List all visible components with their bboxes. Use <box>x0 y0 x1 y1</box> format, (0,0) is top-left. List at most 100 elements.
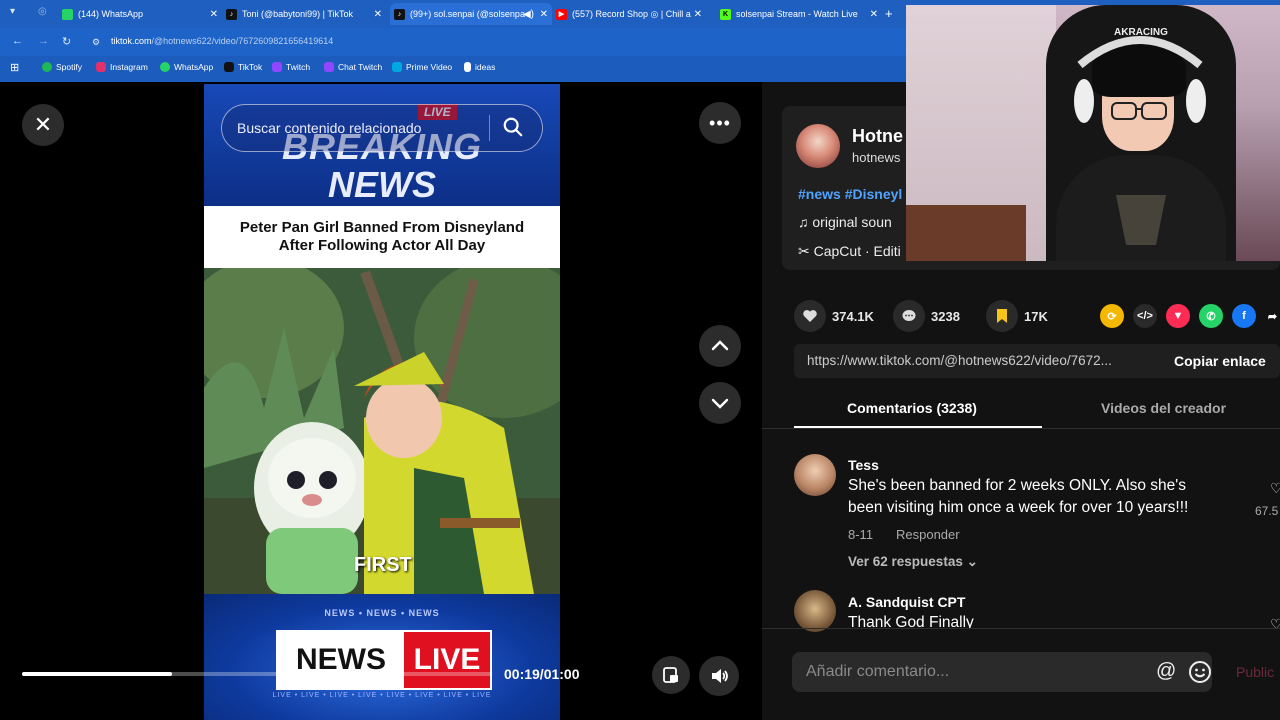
tab-kick[interactable]: K solsenpai Stream - Watch Live ✕ <box>720 3 882 25</box>
author-name[interactable]: Hotne <box>852 126 903 147</box>
news-live-logo: NEWS LIVE <box>276 630 492 690</box>
author-handle[interactable]: hotnews <box>852 150 900 165</box>
capcut-link[interactable]: ✂ CapCut · Editi <box>798 243 901 260</box>
share-arrow-icon[interactable]: ➦ <box>1265 304 1280 328</box>
comment-stat[interactable]: 3238 <box>893 300 960 332</box>
sound-link[interactable]: ♫ original soun <box>798 214 892 230</box>
audio-playing-icon[interactable]: ◀) <box>523 9 534 20</box>
whatsapp-icon <box>62 8 73 20</box>
view-replies-button[interactable]: Ver 62 respuestas ⌄ <box>848 554 978 570</box>
tab-tiktok-solsenpai[interactable]: ♪ (99+) sol.senpai (@solsenpa ◀) ✕ <box>390 3 552 25</box>
comment-like-count: 67.5 <box>1255 504 1279 518</box>
url-host: tiktok.com <box>111 36 152 46</box>
comment-avatar[interactable] <box>794 454 836 496</box>
video-progress-bar[interactable] <box>22 672 492 676</box>
url-field[interactable]: tiktok.com/@hotnews622/video/76726098216… <box>111 36 333 46</box>
comment-text-line: She's been banned for 2 weeks ONLY. Also… <box>848 477 1186 494</box>
new-tab-plus-icon[interactable]: + <box>885 6 893 21</box>
share-link-box: https://www.tiktok.com/@hotnews622/video… <box>794 344 1280 378</box>
save-count: 17K <box>1024 308 1048 324</box>
active-tab-underline <box>794 426 1042 428</box>
next-video-button[interactable] <box>699 382 741 424</box>
tab-placeholder-icon[interactable]: ◎ <box>38 6 47 17</box>
volume-button[interactable] <box>699 656 739 696</box>
tab-close-icon[interactable]: ✕ <box>374 9 382 20</box>
news-live-word: NEWS <box>278 632 404 688</box>
bookmark-tiktok[interactable]: TikTok <box>224 62 262 72</box>
tab-comments[interactable]: Comentarios (3238) <box>847 400 977 416</box>
search-icon[interactable] <box>502 116 524 143</box>
tab-list-chevron-icon[interactable]: ▾ <box>10 6 15 17</box>
tab-close-icon[interactable]: ✕ <box>870 9 878 20</box>
tab-close-icon[interactable]: ✕ <box>694 9 702 20</box>
video-caption: FIRST <box>354 554 412 576</box>
comment-author[interactable]: A. Sandquist CPT <box>848 594 965 610</box>
tiktok-icon: ♪ <box>226 8 237 20</box>
bookmark-label: Chat Twitch <box>338 62 383 72</box>
bookmark-spotify[interactable]: Spotify <box>42 62 82 72</box>
tab-close-icon[interactable]: ✕ <box>210 9 218 20</box>
save-stat[interactable]: 17K <box>986 300 1048 332</box>
facebook-share-icon[interactable]: f <box>1232 304 1256 328</box>
tab-creator-videos[interactable]: Videos del creador <box>1101 400 1226 416</box>
mention-icon[interactable]: @ <box>1156 660 1176 683</box>
news-live-banner: NEWS • NEWS • NEWS NEWS LIVE LIVE • LIVE… <box>204 594 560 720</box>
picture-in-picture-button[interactable] <box>652 656 690 694</box>
video-player[interactable]: BREAKING NEWS LIVE Buscar contenido rela… <box>204 84 560 720</box>
bookmark-prime-video[interactable]: Prime Video <box>392 62 452 72</box>
embed-code-icon[interactable]: </> <box>1133 304 1157 328</box>
copy-link-button[interactable]: Copiar enlace <box>1174 353 1266 369</box>
forward-arrow-icon[interactable]: → <box>38 35 49 47</box>
author-avatar[interactable] <box>796 124 840 168</box>
tab-whatsapp[interactable]: (144) WhatsApp ✕ <box>62 3 222 25</box>
bookmark-instagram[interactable]: Instagram <box>96 62 148 72</box>
sound-label: original soun <box>812 214 892 230</box>
webcam-overlay: AKRACING <box>906 5 1280 261</box>
tab-tiktok-toni[interactable]: ♪ Toni (@babytoni99) | TikTok ✕ <box>226 3 386 25</box>
site-info-icon[interactable]: ⚙ <box>92 37 100 48</box>
close-video-button[interactable]: ✕ <box>22 104 64 146</box>
view-replies-label: Ver 62 respuestas <box>848 554 963 569</box>
bookmark-ideas[interactable]: ideas <box>464 62 495 72</box>
share-link-text[interactable]: https://www.tiktok.com/@hotnews622/video… <box>807 353 1112 368</box>
comment-avatar[interactable] <box>794 590 836 632</box>
comment-input[interactable]: Añadir comentario... @ <box>792 652 1212 692</box>
speaker-icon <box>712 669 728 683</box>
tiktok-icon <box>224 62 234 72</box>
comment-author[interactable]: Tess <box>848 457 879 473</box>
hashtags-link[interactable]: #news #Disneyl <box>798 186 902 202</box>
reply-button[interactable]: Responder <box>896 527 960 542</box>
bookmark-chat-twitch[interactable]: Chat Twitch <box>324 62 382 72</box>
bookmark-twitch[interactable]: Twitch <box>272 62 310 72</box>
whatsapp-share-icon[interactable]: ✆ <box>1199 304 1223 328</box>
bookmark-label: Spotify <box>56 62 82 72</box>
url-path: /@hotnews622/video/7672609821656419614 <box>151 36 334 46</box>
comment-text: She's been banned for 2 weeks ONLY. Also… <box>848 475 1188 519</box>
previous-video-button[interactable] <box>699 325 741 367</box>
tab-label: (144) WhatsApp <box>78 9 144 19</box>
comment-count: 3238 <box>931 308 960 324</box>
reload-icon[interactable]: ↻ <box>62 35 71 48</box>
tiktok-icon: ♪ <box>394 8 405 20</box>
repost-icon[interactable]: ⟳ <box>1100 304 1124 328</box>
video-timecode: 00:19/01:00 <box>504 666 580 682</box>
back-arrow-icon[interactable]: ← <box>12 35 23 47</box>
live-strip-text: LIVE • LIVE • LIVE • LIVE • LIVE • LIVE … <box>272 692 492 699</box>
send-icon[interactable]: ▼ <box>1166 304 1190 328</box>
notion-icon <box>464 62 471 72</box>
bookmark-whatsapp[interactable]: WhatsApp <box>160 62 213 72</box>
publish-button[interactable]: Public <box>1236 664 1274 680</box>
apps-grid-icon[interactable]: ⊞ <box>10 61 19 74</box>
prime-video-icon <box>392 62 402 72</box>
comment-heart-icon[interactable]: ♡ <box>1270 616 1280 628</box>
emoji-icon[interactable] <box>1188 660 1212 689</box>
music-note-icon: ♫ <box>798 214 813 230</box>
comment-heart-icon[interactable]: ♡ <box>1270 480 1280 497</box>
news-title: NEWS <box>328 164 436 205</box>
more-options-button[interactable]: ••• <box>699 102 741 144</box>
tab-close-icon[interactable]: ✕ <box>540 9 548 20</box>
whatsapp-icon <box>160 62 170 72</box>
tab-youtube[interactable]: ▶ (557) Record Shop ◎ | Chill a ✕ <box>556 3 706 25</box>
like-stat[interactable]: 374.1K <box>794 300 874 332</box>
related-search-bar[interactable]: Buscar contenido relacionado <box>221 104 543 152</box>
